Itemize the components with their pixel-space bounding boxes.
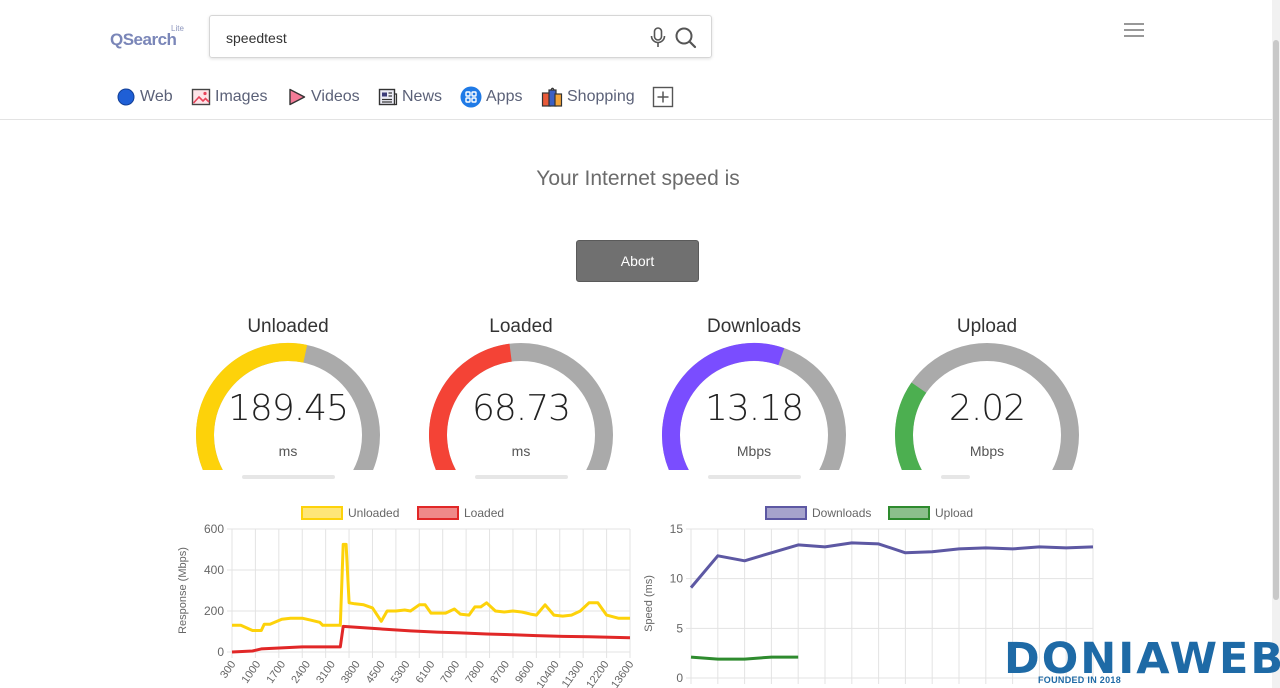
- logo-superscript: Lite: [171, 24, 184, 33]
- latency-chart: Unloaded Loaded 0 200 400 600 Response (Mbps) 3…: [177, 506, 636, 688]
- tab-news[interactable]: News: [378, 86, 442, 108]
- x-tick-label: 7000: [438, 659, 462, 686]
- tab-images-label: Images: [215, 88, 268, 105]
- header-divider: [0, 119, 1280, 120]
- y-tick-label: 10: [670, 572, 684, 586]
- x-tick-label: 5300: [389, 659, 413, 686]
- x-tick-label: 9600: [513, 659, 537, 686]
- x-tick-label: 8700: [488, 659, 512, 686]
- legend-swatch[interactable]: [417, 506, 459, 520]
- gauge-downloads: Downloads 13.18 Mbps: [654, 314, 854, 484]
- x-tick-label: 1000: [239, 659, 263, 686]
- images-icon: [191, 88, 211, 106]
- series-line-loaded: [231, 624, 631, 654]
- gauge-unit: Mbps: [736, 443, 772, 459]
- gauge-title: Downloads: [707, 316, 801, 337]
- x-tick-label: 12200: [584, 659, 611, 688]
- gauge-unit: Mbps: [969, 443, 1005, 459]
- doniaweb-watermark: DONIAWEB FOUNDED IN 2018: [1004, 634, 1280, 688]
- watermark-subtitle: FOUNDED IN 2018: [1038, 675, 1122, 685]
- legend-swatch[interactable]: [765, 506, 807, 520]
- logo-text: QSearch: [110, 30, 177, 49]
- x-tick-label: 11300: [560, 659, 587, 688]
- add-tab-icon: [652, 86, 674, 108]
- tab-web[interactable]: Web: [116, 86, 173, 108]
- search-icon[interactable]: [674, 26, 698, 55]
- x-tick-label: 13600: [609, 659, 636, 688]
- legend-label[interactable]: Downloads: [812, 506, 871, 520]
- legend-label[interactable]: Unloaded: [348, 506, 399, 520]
- gauge-title: Upload: [956, 316, 1018, 337]
- speed-headline: Your Internet speed is: [536, 167, 740, 190]
- tab-images[interactable]: Images: [191, 86, 267, 108]
- y-tick-label: 0: [676, 671, 683, 685]
- gauge-value: 68.73: [471, 388, 571, 429]
- add-tab-button[interactable]: [652, 86, 678, 108]
- news-icon: [378, 88, 398, 106]
- tab-web-label: Web: [140, 88, 173, 105]
- gauge-progress-bar: [242, 475, 335, 479]
- y-tick-label: 600: [204, 522, 224, 536]
- hamburger-menu-icon[interactable]: [1124, 22, 1144, 43]
- gauge-loaded: Loaded 68.73 ms: [421, 314, 621, 484]
- gauge-progress-bar: [708, 475, 801, 479]
- x-tick-label: 6100: [414, 659, 438, 686]
- gauge-progress-bar: [941, 475, 970, 479]
- microphone-icon[interactable]: [650, 27, 666, 54]
- abort-button[interactable]: Abort: [576, 240, 699, 282]
- search-box: [209, 15, 712, 58]
- gauge-upload: Upload 2.02 Mbps: [887, 314, 1087, 484]
- y-tick-label: 200: [204, 604, 224, 618]
- x-tick-label: 300: [218, 659, 238, 681]
- tab-videos-label: Videos: [311, 88, 360, 105]
- search-input[interactable]: [224, 26, 628, 50]
- apps-icon: [460, 86, 482, 108]
- series-line-unloaded: [232, 542, 630, 632]
- scrollbar-thumb[interactable]: [1273, 40, 1279, 600]
- gauge-progress-bar: [475, 475, 568, 479]
- y-tick-label: 400: [204, 563, 224, 577]
- gauge-value: 13.18: [704, 388, 804, 429]
- web-icon: [117, 88, 135, 106]
- tab-apps-label: Apps: [486, 88, 523, 105]
- tab-videos[interactable]: Videos: [287, 86, 360, 108]
- qsearch-logo[interactable]: QSearch Lite: [110, 24, 190, 54]
- gauge-unit: ms: [278, 443, 298, 459]
- gauge-unit: ms: [511, 443, 531, 459]
- gauge-value: 2.02: [948, 388, 1026, 429]
- gauge-title: Unloaded: [247, 316, 329, 337]
- legend-swatch[interactable]: [301, 506, 343, 520]
- y-axis-label: Response (Mbps): [177, 547, 189, 634]
- gauge-value: 189.45: [228, 388, 349, 429]
- y-tick-label: 5: [676, 621, 683, 635]
- x-tick-label: 3800: [339, 659, 363, 686]
- y-tick-label: 15: [670, 522, 684, 536]
- legend-label[interactable]: Upload: [935, 506, 973, 520]
- tab-shopping[interactable]: Shopping: [541, 86, 635, 108]
- x-tick-label: 10400: [534, 659, 561, 688]
- videos-icon: [289, 88, 306, 106]
- tab-shopping-label: Shopping: [567, 88, 635, 105]
- tab-news-label: News: [402, 88, 443, 105]
- legend-label[interactable]: Loaded: [464, 506, 504, 520]
- gauge-title: Loaded: [489, 316, 553, 337]
- x-tick-label: 7800: [463, 659, 487, 686]
- gauge-unloaded: Unloaded 189.45 ms: [188, 314, 388, 484]
- x-tick-label: 4500: [364, 659, 388, 686]
- tab-apps[interactable]: Apps: [460, 86, 522, 108]
- x-tick-label: 3100: [314, 659, 338, 686]
- shopping-icon: [541, 87, 563, 107]
- x-tick-label: 2400: [289, 659, 313, 686]
- legend-swatch[interactable]: [888, 506, 930, 520]
- x-tick-label: 1700: [264, 659, 288, 686]
- series-line-downloads: [689, 541, 1094, 589]
- y-tick-label: 0: [217, 645, 224, 659]
- y-axis-label: Speed (ms): [643, 575, 655, 632]
